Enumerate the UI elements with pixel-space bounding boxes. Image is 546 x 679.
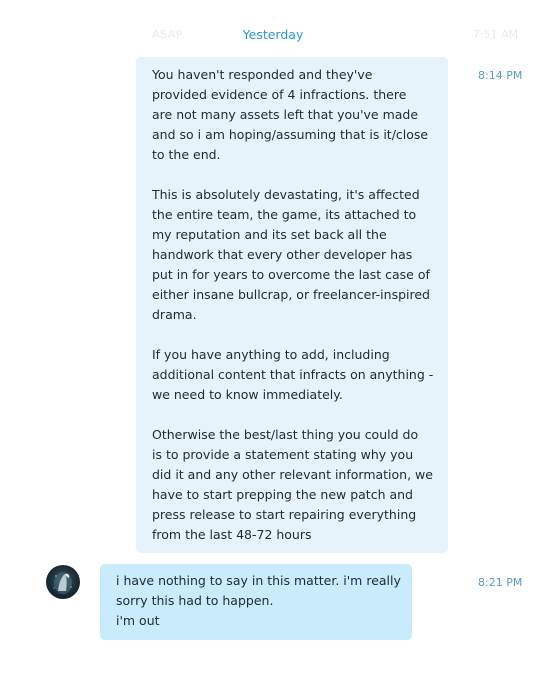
message-line: press release to start repairing everyth…: [152, 507, 417, 522]
message-paragraph: This is absolutely devastating, it's aff…: [152, 185, 438, 325]
message-line: did it and any other relevant informatio…: [152, 467, 433, 482]
message-paragraph: Otherwise the best/last thing you could …: [152, 425, 438, 545]
message-paragraph: You haven't responded and they've provid…: [152, 65, 438, 165]
message-line: handwork that every other developer has: [152, 247, 413, 262]
message-line: This is absolutely devastating, it's aff…: [152, 187, 420, 202]
message-line: put in for years to overcome the last ca…: [152, 267, 430, 282]
date-divider-label: Yesterday: [230, 27, 316, 42]
avatar-image: [53, 572, 72, 594]
message-line: additional content that infracts on anyt…: [152, 367, 434, 382]
message-line: the entire team, the game, its attached …: [152, 207, 417, 222]
outgoing-message-bubble[interactable]: You haven't responded and they've provid…: [136, 57, 448, 553]
message-line: to the end.: [152, 147, 221, 162]
message-line: are not many assets left that you've mad…: [152, 107, 419, 122]
message-line: sorry this had to happen.: [116, 593, 274, 608]
user-avatar-icon[interactable]: [46, 565, 80, 599]
message-line: my reputation and its set back all the: [152, 227, 387, 242]
message-timestamp: 8:21 PM: [478, 576, 523, 589]
message-paragraph: If you have anything to add, including a…: [152, 345, 438, 405]
message-line: either insane bullcrap, or freelancer-in…: [152, 287, 430, 302]
message-line: we need to know immediately.: [152, 387, 343, 402]
message-line: from the last 48-72 hours: [152, 527, 312, 542]
message-line: Otherwise the best/last thing you could …: [152, 427, 419, 442]
message-line: have to start prepping the new patch and: [152, 487, 413, 502]
message-line: i'm out: [116, 613, 160, 628]
message-line: i have nothing to say in this matter. i'…: [116, 573, 401, 588]
message-line: drama.: [152, 307, 197, 322]
date-divider: Yesterday: [0, 27, 546, 42]
message-line: and so i am hoping/assuming that is it/c…: [152, 127, 429, 142]
message-line: is to provide a statement stating why yo…: [152, 447, 414, 462]
message-line: You haven't responded and they've: [152, 67, 373, 82]
message-paragraph: i have nothing to say in this matter. i'…: [116, 571, 402, 631]
incoming-message-bubble[interactable]: i have nothing to say in this matter. i'…: [100, 564, 412, 640]
message-line: If you have anything to add, including: [152, 347, 390, 362]
message-timestamp: 8:14 PM: [478, 69, 523, 82]
message-line: provided evidence of 4 infractions. ther…: [152, 87, 407, 102]
